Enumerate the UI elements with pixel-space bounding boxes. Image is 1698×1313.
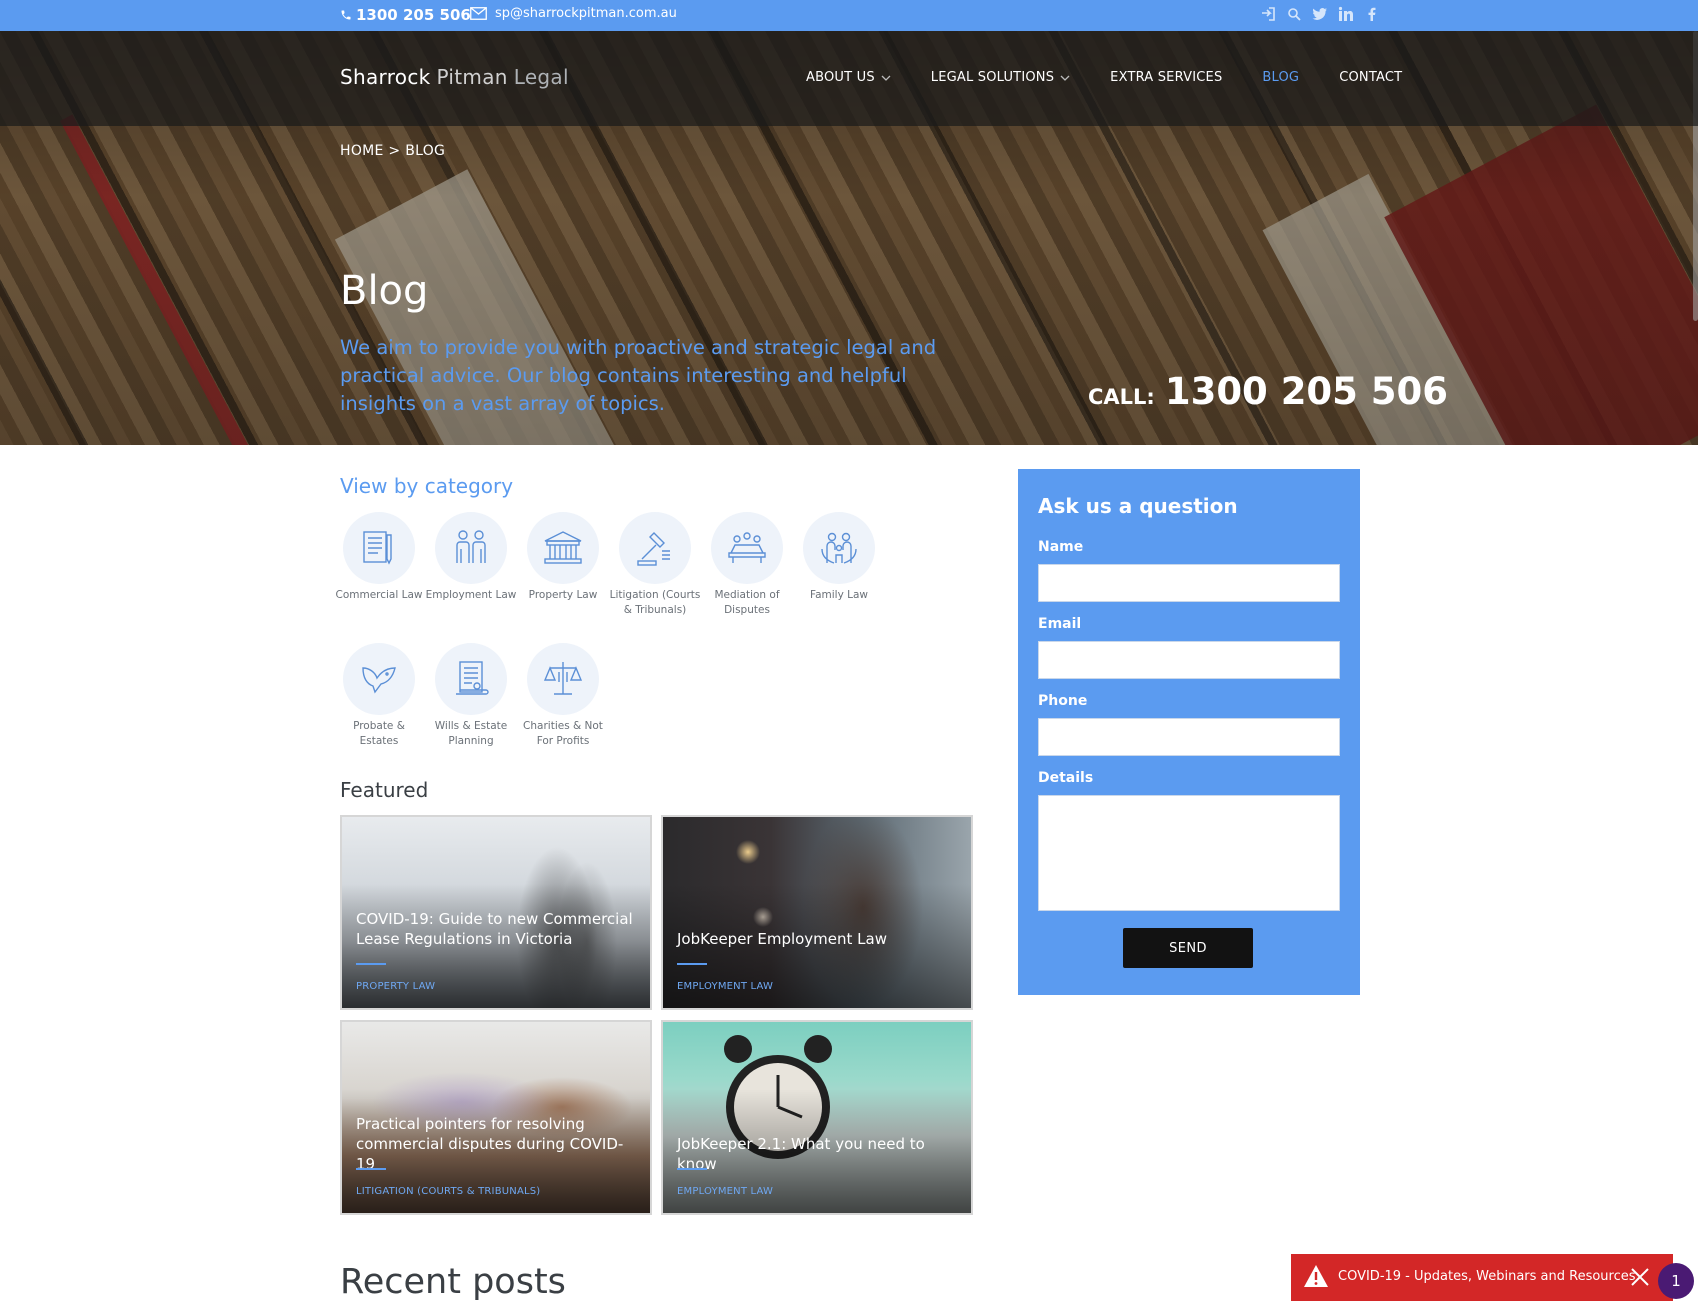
send-button[interactable]: SEND bbox=[1123, 928, 1253, 968]
top-bar: 1300 205 506 sp@sharrockpitman.com.au bbox=[0, 0, 1698, 31]
category-label: Probate & Estates bbox=[353, 720, 405, 747]
featured-card[interactable]: COVID-19: Guide to new Commercial Lease … bbox=[340, 815, 652, 1010]
category-label: Property Law bbox=[528, 589, 598, 601]
details-label: Details bbox=[1038, 770, 1094, 786]
envelope-icon bbox=[470, 7, 487, 20]
chevron-down-icon bbox=[881, 75, 891, 81]
logo-word-1: Sharrock bbox=[340, 65, 431, 89]
category-commercial-law[interactable]: Commercial Law bbox=[333, 512, 425, 603]
top-email-text: sp@sharrockpitman.com.au bbox=[495, 6, 677, 21]
nav-item-about-us[interactable]: ABOUT US bbox=[806, 70, 891, 85]
nav-item-label: CONTACT bbox=[1339, 70, 1403, 85]
logo-word-3: Legal bbox=[513, 65, 569, 89]
featured-title: Practical pointers for resolving commerc… bbox=[356, 1115, 624, 1173]
phone-field[interactable] bbox=[1038, 718, 1340, 756]
email-field[interactable] bbox=[1038, 641, 1340, 679]
featured-tag[interactable]: PROPERTY LAW bbox=[356, 981, 435, 992]
featured-title: JobKeeper Employment Law bbox=[677, 930, 887, 948]
form-heading: Ask us a question bbox=[1038, 494, 1238, 518]
featured-card[interactable]: JobKeeper 2.1: What you need to know EMP… bbox=[661, 1020, 973, 1215]
main-nav: Sharrock Pitman Legal ABOUT US LEGAL SOLUT… bbox=[0, 31, 1698, 126]
social-links bbox=[1260, 6, 1380, 22]
category-label: Litigation (Courts & Tribunals) bbox=[609, 589, 701, 616]
scales-icon bbox=[527, 643, 599, 715]
warning-icon bbox=[1304, 1265, 1328, 1287]
category-charities[interactable]: Charities & Not For Profits bbox=[517, 643, 609, 749]
meeting-table-icon bbox=[711, 512, 783, 584]
chevron-down-icon bbox=[1060, 75, 1070, 81]
top-phone-link[interactable]: 1300 205 506 bbox=[340, 6, 471, 24]
category-family-law[interactable]: Family Law bbox=[793, 512, 885, 603]
document-pen-icon bbox=[343, 512, 415, 584]
top-email-link[interactable]: sp@sharrockpitman.com.au bbox=[470, 6, 677, 21]
notification-badge[interactable]: 1 bbox=[1658, 1263, 1694, 1299]
category-label: Commercial Law bbox=[335, 589, 423, 601]
dove-icon bbox=[343, 643, 415, 715]
call-number: 1300 205 506 bbox=[1164, 370, 1449, 413]
phone-icon bbox=[340, 9, 352, 21]
covid-alert-bar[interactable]: COVID-19 - Updates, Webinars and Resourc… bbox=[1291, 1254, 1673, 1301]
featured-title: JobKeeper 2.1: What you need to know bbox=[677, 1135, 925, 1173]
category-mediation[interactable]: Mediation of Disputes bbox=[701, 512, 793, 618]
nav-item-blog[interactable]: BLOG bbox=[1262, 70, 1299, 85]
category-label: Wills & Estate Planning bbox=[434, 720, 508, 747]
category-label: Mediation of Disputes bbox=[714, 589, 780, 616]
category-wills-estate[interactable]: Wills & Estate Planning bbox=[425, 643, 517, 749]
nav-item-contact[interactable]: CONTACT bbox=[1339, 70, 1402, 85]
breadcrumb[interactable]: HOME > BLOG bbox=[340, 143, 445, 159]
category-probate-estates[interactable]: Probate & Estates bbox=[333, 643, 425, 749]
recent-posts-heading: Recent posts bbox=[340, 1262, 566, 1302]
category-litigation[interactable]: Litigation (Courts & Tribunals) bbox=[609, 512, 701, 618]
nav-item-label: ABOUT US bbox=[806, 70, 875, 85]
nav-item-label: LEGAL SOLUTIONS bbox=[930, 70, 1055, 85]
will-scroll-icon bbox=[435, 643, 507, 715]
phone-label: Phone bbox=[1038, 693, 1088, 709]
nav-item-extra-services[interactable]: EXTRA SERVICES bbox=[1110, 70, 1222, 85]
alert-message: COVID-19 - Updates, Webinars and Resourc… bbox=[1338, 1269, 1636, 1284]
top-phone-text: 1300 205 506 bbox=[356, 6, 471, 24]
family-icon bbox=[803, 512, 875, 584]
facebook-icon[interactable] bbox=[1364, 6, 1380, 22]
nav-item-label: EXTRA SERVICES bbox=[1110, 70, 1223, 85]
gavel-icon bbox=[619, 512, 691, 584]
name-field[interactable] bbox=[1038, 564, 1340, 602]
featured-card[interactable]: JobKeeper Employment Law EMPLOYMENT LAW bbox=[661, 815, 973, 1010]
linkedin-icon[interactable] bbox=[1338, 6, 1354, 22]
category-label: Employment Law bbox=[425, 589, 517, 601]
name-label: Name bbox=[1038, 539, 1084, 555]
nav-menu: ABOUT US LEGAL SOLUTIONS EXTRA SERVICES … bbox=[806, 70, 1442, 85]
ask-question-form: Ask us a question Name Email Phone Detai… bbox=[1018, 469, 1360, 995]
nav-item-legal-solutions[interactable]: LEGAL SOLUTIONS bbox=[931, 70, 1070, 85]
featured-heading: Featured bbox=[340, 778, 429, 802]
search-icon[interactable] bbox=[1286, 6, 1302, 22]
featured-tag[interactable]: LITIGATION (COURTS & TRIBUNALS) bbox=[356, 1186, 540, 1197]
hero-subtitle: We aim to provide you with proactive and… bbox=[340, 336, 937, 415]
twitter-icon[interactable] bbox=[1312, 6, 1328, 22]
category-property-law[interactable]: Property Law bbox=[517, 512, 609, 603]
category-employment-law[interactable]: Employment Law bbox=[425, 512, 517, 603]
category-label: Charities & Not For Profits bbox=[523, 720, 603, 747]
page-title: Blog bbox=[340, 268, 429, 314]
call-label: CALL: bbox=[1088, 385, 1155, 409]
close-icon[interactable] bbox=[1629, 1266, 1651, 1288]
people-icon bbox=[435, 512, 507, 584]
logo-word-2: Pitman bbox=[436, 65, 508, 89]
site-logo[interactable]: Sharrock Pitman Legal bbox=[340, 65, 569, 89]
featured-tag[interactable]: EMPLOYMENT LAW bbox=[677, 1186, 773, 1197]
featured-title: COVID-19: Guide to new Commercial Lease … bbox=[356, 910, 633, 948]
building-icon bbox=[527, 512, 599, 584]
login-icon[interactable] bbox=[1260, 6, 1276, 22]
call-banner[interactable]: CALL: 1300 205 506 bbox=[1088, 370, 1448, 413]
featured-card[interactable]: Practical pointers for resolving commerc… bbox=[340, 1020, 652, 1215]
category-label: Family Law bbox=[810, 589, 868, 601]
category-heading: View by category bbox=[340, 474, 514, 498]
nav-item-label: BLOG bbox=[1262, 70, 1300, 85]
details-textarea[interactable] bbox=[1038, 795, 1340, 911]
featured-tag[interactable]: EMPLOYMENT LAW bbox=[677, 981, 773, 992]
email-label: Email bbox=[1038, 616, 1082, 632]
